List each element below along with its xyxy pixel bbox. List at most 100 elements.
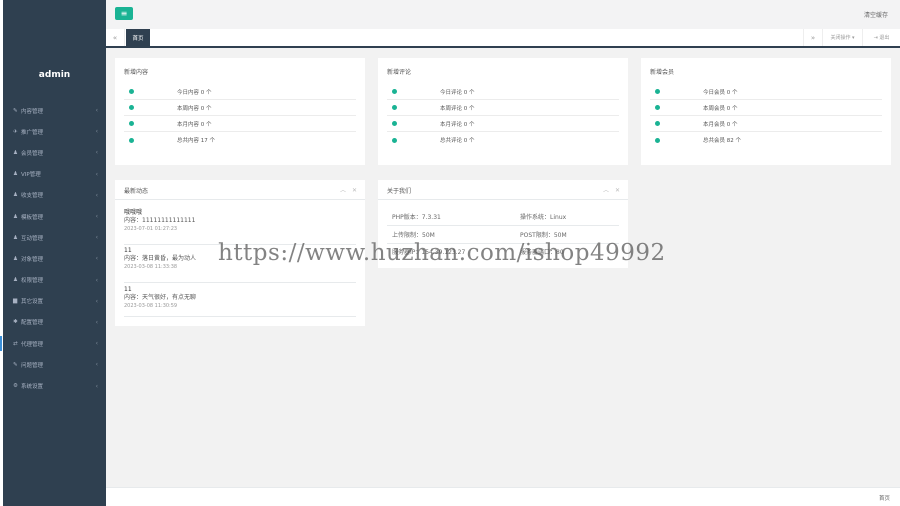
double-chevron-left-icon: « [112,33,118,42]
sidebar-item-objects[interactable]: ♟ 对象管理 ‹ [3,248,106,269]
panel-tools: ︿ ✕ [599,185,620,194]
close-operations-dropdown[interactable]: 关闭操作 ▾ [822,29,862,46]
double-chevron-right-icon: » [810,33,816,42]
book-icon: ▆ [13,298,18,305]
sidebar-item-interaction[interactable]: ♟ 互动管理 ‹ [3,227,106,248]
list-item: 总共内容 17 个 [124,132,356,148]
sidebar-item-label: 会员管理 [21,150,44,157]
list-item: 11 内容：天气很好，有点无聊 2023-03-08 11:30:59 [124,286,356,317]
chevron-left-icon: ‹ [95,170,98,178]
list-item: 本月内容 0 个 [124,116,356,132]
list-item: 本月会员 0 个 [650,116,882,132]
chevron-left-icon: ‹ [95,255,98,263]
sidebar-item-finance[interactable]: ♟ 收支管理 ‹ [3,185,106,206]
stat-text: 总共会员 82 个 [703,138,741,144]
close-icon[interactable]: ✕ [352,187,357,194]
status-dot-icon [392,105,397,110]
chevron-left-icon: ‹ [95,107,98,115]
panel-header: 关于我们 ︿ ✕ [378,180,628,200]
sidebar-item-agents[interactable]: ⇄ 代理管理 ‹ [0,333,106,354]
clear-cache-link[interactable]: 清空缓存 [864,10,888,19]
sidebar-toggle-button[interactable]: ≡ [115,7,133,20]
news-time: 2023-03-08 11:30:59 [124,303,178,309]
news-content: 内容：天气很好，有点无聊 [124,294,197,301]
status-dot-icon [392,89,397,94]
news-time: 2023-07-01 01:27:23 [124,226,178,232]
brand-title: admin [38,70,71,80]
sidebar-item-content[interactable]: ✎ 内容管理 ‹ [3,100,106,121]
list-item: 今日会员 0 个 [650,84,882,100]
chevron-left-icon: ‹ [95,191,98,199]
tab-bar: « 首页 » 关闭操作 ▾ ⇥ 退出 [106,29,900,48]
status-dot-icon [655,121,660,126]
sidebar-item-label: 模板管理 [21,214,44,221]
user-icon: ♟ [13,277,18,284]
stat-text: 本月会员 0 个 [703,121,738,128]
sidebar-item-vip[interactable]: ♟ VIP管理 ‹ [3,164,106,185]
panel-tools: ︿ ✕ [336,185,357,194]
chevron-left-icon: ‹ [95,340,98,348]
stat-text: 总共评论 0 个 [440,138,475,144]
user-icon: ♟ [13,255,18,262]
user-icon: ♟ [13,149,18,156]
operating-system: 操作系统：Linux [520,214,567,221]
sidebar-item-promotion[interactable]: ✈ 推广管理 ‹ [3,121,106,142]
list-item: 本周会员 0 个 [650,100,882,116]
close-icon[interactable]: ✕ [615,187,620,194]
sidebar-item-label: 代理管理 [21,341,44,348]
logout-button[interactable]: ⇥ 退出 [862,29,900,46]
sidebar-item-label: 配置管理 [21,320,44,327]
watermark: https://www.huzhan.com/ishop49992 [218,240,666,266]
list-item: 本周内容 0 个 [124,100,356,116]
edit-icon: ✎ [13,361,18,368]
stat-panel-content: 新增内容 今日内容 0 个 本周内容 0 个 本月内容 0 个 总共内容 17 … [115,58,365,165]
collapse-icon[interactable]: ︿ [603,187,609,194]
panel-title: 新增评论 [387,69,412,76]
sidebar-item-label: 权限管理 [21,278,44,285]
news-author: 11 [124,286,132,293]
status-dot-icon [655,89,660,94]
top-navbar: ≡ 清空缓存 [106,0,900,29]
stat-panel-comments: 新增评论 今日评论 0 个 本周评论 0 个 本月评论 0 个 总共评论 0 个 [378,58,628,165]
sidebar-item-questions[interactable]: ✎ 问题管理 ‹ [3,354,106,375]
stat-text: 今日内容 0 个 [177,89,212,96]
stat-list: 今日评论 0 个 本周评论 0 个 本月评论 0 个 总共评论 0 个 [387,84,619,148]
sidebar: admin ✎ 内容管理 ‹ ✈ 推广管理 ‹ ♟ 会员管理 ‹ ♟ VIP管理… [0,0,106,506]
tab-home[interactable]: 首页 [126,29,150,46]
list-item: 今日内容 0 个 [124,84,356,100]
status-dot-icon [655,137,660,143]
panel-title: 关于我们 [387,188,412,195]
list-item: 本月评论 0 个 [387,116,619,132]
tab-scroll-right-button[interactable]: » [803,29,822,46]
news-author: 哦哦哦 [124,209,143,216]
chevron-left-icon: ‹ [95,318,98,326]
sidebar-item-label: VIP管理 [21,172,41,179]
post-limit: POST限制：50M [520,232,567,239]
edit-icon: ✎ [13,107,18,114]
status-dot-icon [392,137,397,143]
sidebar-item-permissions[interactable]: ♟ 权限管理 ‹ [3,270,106,291]
status-dot-icon [129,121,134,126]
footer-home-link[interactable]: 首页 [879,494,890,502]
panel-title: 最新动态 [124,188,149,195]
sidebar-item-config[interactable]: ✱ 配置管理 ‹ [3,312,106,333]
sidebar-item-system-settings[interactable]: ⚙ 系统设置 ‹ [3,375,106,396]
collapse-icon[interactable]: ︿ [340,187,346,194]
list-item: 本周评论 0 个 [387,100,619,116]
sidebar-item-templates[interactable]: ♟ 模板管理 ‹ [3,206,106,227]
stat-text: 本周评论 0 个 [440,105,475,112]
chevron-left-icon: ‹ [95,149,98,157]
php-version: PHP版本：7.3.31 [392,214,441,221]
sidebar-item-label: 系统设置 [21,384,44,391]
chevron-left-icon: ‹ [95,234,98,242]
sidebar-item-other-settings[interactable]: ▆ 其它设置 ‹ [3,291,106,312]
chevron-left-icon: ‹ [95,276,98,284]
chevron-left-icon: ‹ [95,213,98,221]
tab-scroll-left-button[interactable]: « [106,29,125,46]
exchange-icon: ⇄ [13,340,18,347]
gears-icon: ⚙ [13,383,18,390]
sidebar-item-label: 问题管理 [21,362,44,369]
user-icon: ♟ [13,192,18,199]
stat-text: 本月评论 0 个 [440,121,475,128]
sidebar-item-members[interactable]: ♟ 会员管理 ‹ [3,142,106,163]
